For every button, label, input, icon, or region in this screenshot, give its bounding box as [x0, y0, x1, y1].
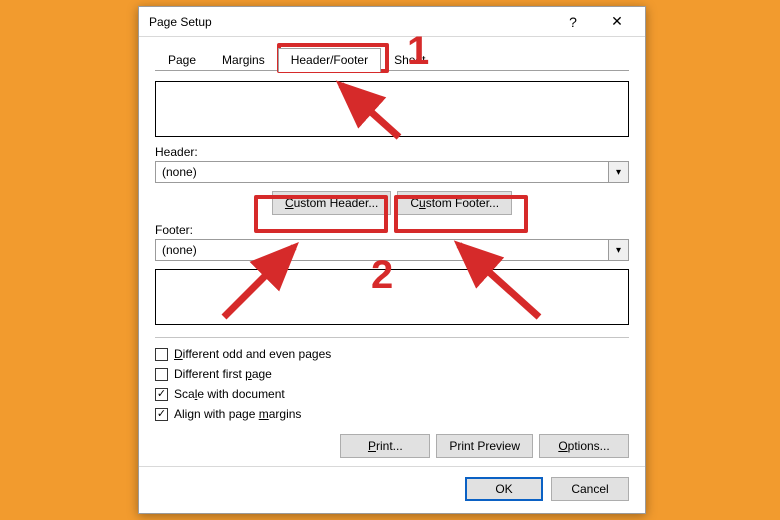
checkbox-label: Scale with document: [174, 387, 285, 401]
checkbox-icon: [155, 408, 168, 421]
footer-dropdown[interactable]: (none) ▾: [155, 239, 629, 261]
help-button[interactable]: ?: [551, 8, 595, 36]
checkbox-group: Different odd and even pages Different f…: [155, 344, 629, 424]
checkbox-diff-odd-even[interactable]: Different odd and even pages: [155, 344, 629, 364]
header-label: Header:: [155, 145, 629, 159]
checkbox-icon: [155, 388, 168, 401]
separator: [155, 337, 629, 338]
close-button[interactable]: ✕: [595, 8, 639, 36]
footer-label: Footer:: [155, 223, 629, 237]
checkbox-diff-first[interactable]: Different first page: [155, 364, 629, 384]
checkbox-scale-doc[interactable]: Scale with document: [155, 384, 629, 404]
page-setup-dialog: Page Setup ? ✕ Page Margins Header/Foote…: [138, 6, 646, 514]
chevron-down-icon[interactable]: ▾: [608, 240, 628, 260]
tab-sheet[interactable]: Sheet: [381, 48, 438, 72]
footer-dropdown-value: (none): [156, 243, 608, 257]
custom-header-button[interactable]: Custom Header...: [272, 191, 391, 215]
cancel-button[interactable]: Cancel: [551, 477, 629, 501]
dialog-title: Page Setup: [149, 15, 551, 29]
tab-margins[interactable]: Margins: [209, 48, 278, 72]
tab-header-footer[interactable]: Header/Footer: [278, 48, 381, 72]
tab-page[interactable]: Page: [155, 48, 209, 72]
print-button[interactable]: Print...: [340, 434, 430, 458]
custom-buttons-row: Custom Header... Custom Footer...: [155, 191, 629, 215]
header-dropdown[interactable]: (none) ▾: [155, 161, 629, 183]
header-preview-box: [155, 81, 629, 137]
custom-footer-button[interactable]: Custom Footer...: [397, 191, 512, 215]
inner-button-row: Print... Print Preview Options...: [155, 434, 629, 458]
ok-button[interactable]: OK: [465, 477, 543, 501]
dialog-footer: OK Cancel: [139, 466, 645, 513]
header-dropdown-value: (none): [156, 165, 608, 179]
checkbox-label: Align with page margins: [174, 407, 301, 421]
print-preview-button[interactable]: Print Preview: [436, 434, 533, 458]
chevron-down-icon[interactable]: ▾: [608, 162, 628, 182]
checkbox-label: Different odd and even pages: [174, 347, 331, 361]
tab-content: Header: (none) ▾ Custom Header... Custom…: [139, 71, 645, 466]
footer-preview-box: [155, 269, 629, 325]
checkbox-label: Different first page: [174, 367, 272, 381]
title-bar: Page Setup ? ✕: [139, 7, 645, 37]
checkbox-align-margins[interactable]: Align with page margins: [155, 404, 629, 424]
checkbox-icon: [155, 368, 168, 381]
options-button[interactable]: Options...: [539, 434, 629, 458]
checkbox-icon: [155, 348, 168, 361]
tab-strip: Page Margins Header/Footer Sheet: [139, 37, 645, 71]
